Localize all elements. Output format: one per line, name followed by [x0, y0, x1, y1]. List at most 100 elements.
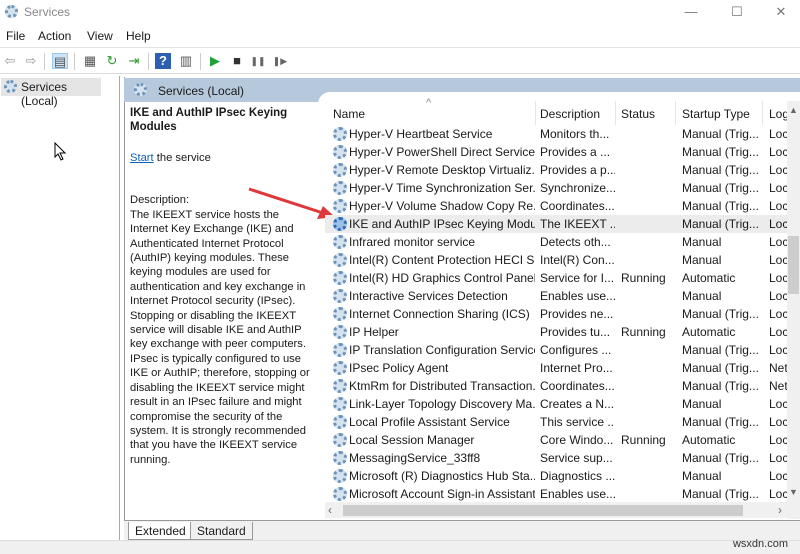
properties-icon[interactable]: ▦	[82, 53, 98, 69]
service-startup-type: Manual (Trig...	[682, 199, 759, 213]
service-row[interactable]: IP Helper Provides tu... Running Automatic L…	[325, 323, 787, 341]
service-name: KtmRm for Distributed Transaction...	[349, 379, 535, 393]
service-name: Microsoft (R) Diagnostics Hub Sta...	[349, 469, 535, 483]
back-icon[interactable]: ⇦	[2, 53, 18, 69]
service-description: Internet Pro...	[540, 361, 613, 375]
service-row[interactable]: Local Profile Assistant Service This serv…	[325, 413, 787, 431]
tab-extended[interactable]: Extended	[128, 522, 193, 540]
watermark: wsxdn.com	[732, 538, 788, 550]
service-gear-icon	[333, 199, 347, 213]
service-gear-icon	[333, 415, 347, 429]
service-log-on-as: Loc	[769, 235, 787, 249]
column-status[interactable]: Status	[621, 107, 655, 121]
service-row[interactable]: IPsec Policy Agent Internet Pro... Manual …	[325, 359, 787, 377]
list-header: ^ Name Description Status Startup Type L…	[325, 97, 789, 125]
service-name: Hyper-V Remote Desktop Virtualiz...	[349, 163, 535, 177]
service-row[interactable]: Local Session Manager Core Windo... Runnin…	[325, 431, 787, 449]
console-icon[interactable]: ▥	[178, 53, 194, 69]
menu-help[interactable]: Help	[126, 29, 151, 43]
toolbar-separator	[148, 53, 149, 70]
vertical-scrollbar[interactable]: ▲ ▼	[787, 101, 800, 519]
service-log-on-as: Loc	[769, 289, 787, 303]
service-row[interactable]: Internet Connection Sharing (ICS) Provide…	[325, 305, 787, 323]
service-description: Provides ne...	[540, 307, 614, 321]
panel-header-title: Services (Local)	[158, 84, 245, 98]
refresh-icon[interactable]: ↻	[104, 53, 120, 69]
resume-service-icon[interactable]: ❚▶	[272, 53, 288, 69]
service-row[interactable]: MessagingService_33ff8 Service sup... Manu…	[325, 449, 787, 467]
service-name: Microsoft Account Sign-in Assistant	[349, 487, 535, 501]
service-row[interactable]: Intel(R) HD Graphics Control Panel... Ser…	[325, 269, 787, 287]
column-startup-type[interactable]: Startup Type	[682, 107, 750, 121]
service-gear-icon	[333, 325, 347, 339]
service-row[interactable]: Hyper-V PowerShell Direct Service Provide…	[325, 143, 787, 161]
tab-standard[interactable]: Standard	[190, 522, 253, 540]
service-row[interactable]: KtmRm for Distributed Transaction... Coor…	[325, 377, 787, 395]
service-description: Provides a p...	[540, 163, 615, 177]
service-row[interactable]: Microsoft (R) Diagnostics Hub Sta... Diag…	[325, 467, 787, 485]
service-row[interactable]: Link-Layer Topology Discovery Ma... Creat…	[325, 395, 787, 413]
service-row[interactable]: IKE and AuthIP IPsec Keying Modu... The I…	[325, 215, 787, 233]
toolbar: ⇦ ⇨ ▤ ▦ ↻ ⇥ ? ▥ ▶ ■ ❚❚ ❚▶	[0, 47, 800, 74]
service-name: Local Session Manager	[349, 433, 475, 447]
service-gear-icon	[333, 289, 347, 303]
service-row[interactable]: Hyper-V Volume Shadow Copy Re... Coordina…	[325, 197, 787, 215]
service-startup-type: Manual (Trig...	[682, 379, 759, 393]
vertical-scroll-thumb[interactable]	[788, 236, 799, 294]
service-description: Coordinates...	[540, 199, 615, 213]
column-name[interactable]: Name	[333, 107, 365, 121]
service-gear-icon	[333, 433, 347, 447]
service-startup-type: Manual (Trig...	[682, 361, 759, 375]
service-row[interactable]: Hyper-V Heartbeat Service Monitors th... M…	[325, 125, 787, 143]
scroll-up-icon[interactable]: ▲	[789, 105, 798, 115]
service-gear-icon	[333, 487, 347, 501]
minimize-button[interactable]: —	[676, 2, 706, 22]
stop-service-icon[interactable]: ■	[229, 53, 245, 69]
scroll-right-icon[interactable]: ›	[778, 503, 782, 517]
service-description: Diagnostics ...	[540, 469, 615, 483]
start-service-link[interactable]: Start	[130, 152, 154, 164]
service-row[interactable]: IP Translation Configuration Service Conf…	[325, 341, 787, 359]
service-startup-type: Manual (Trig...	[682, 163, 759, 177]
start-service-icon[interactable]: ▶	[207, 53, 223, 69]
toolbar-separator	[200, 53, 201, 70]
column-divider	[535, 101, 536, 125]
service-row[interactable]: Hyper-V Remote Desktop Virtualiz... Provi…	[325, 161, 787, 179]
pause-service-icon[interactable]: ❚❚	[250, 53, 266, 69]
service-startup-type: Manual (Trig...	[682, 343, 759, 357]
service-description: This service ...	[540, 415, 615, 429]
service-row[interactable]: Microsoft Account Sign-in Assistant Enabl…	[325, 485, 787, 503]
show-hide-tree-icon[interactable]: ▤	[52, 53, 68, 69]
forward-icon[interactable]: ⇨	[23, 53, 39, 69]
help-icon[interactable]: ?	[155, 53, 171, 69]
scroll-left-icon[interactable]: ‹	[328, 503, 332, 517]
service-log-on-as: Loc	[769, 145, 787, 159]
service-row[interactable]: Interactive Services Detection Enables us…	[325, 287, 787, 305]
start-link-suffix: the service	[153, 152, 211, 164]
service-description: Intel(R) Con...	[540, 253, 615, 267]
service-description: Enables use...	[540, 487, 615, 501]
tree-item-services-local[interactable]: Services (Local)	[1, 78, 101, 108]
horizontal-scroll-thumb[interactable]	[343, 505, 743, 516]
service-name: Link-Layer Topology Discovery Ma...	[349, 397, 535, 411]
services-icon	[134, 83, 147, 96]
service-name: IP Helper	[349, 325, 399, 339]
service-startup-type: Manual (Trig...	[682, 217, 759, 231]
menu-view[interactable]: View	[87, 29, 113, 43]
service-log-on-as: Loc	[769, 415, 787, 429]
column-description[interactable]: Description	[540, 107, 600, 121]
service-row[interactable]: Hyper-V Time Synchronization Ser... Synch…	[325, 179, 787, 197]
close-button[interactable]: ✕	[766, 2, 796, 22]
export-list-icon[interactable]: ⇥	[126, 53, 142, 69]
service-gear-icon	[333, 451, 347, 465]
service-log-on-as: Loc	[769, 343, 787, 357]
menu-file[interactable]: File	[6, 29, 25, 43]
service-status: Running	[621, 271, 666, 285]
service-row[interactable]: Intel(R) Content Protection HECI S... Int…	[325, 251, 787, 269]
menu-action[interactable]: Action	[38, 29, 71, 43]
service-name: IKE and AuthIP IPsec Keying Modu...	[349, 217, 535, 231]
scroll-down-icon[interactable]: ▼	[789, 487, 798, 497]
service-name: IP Translation Configuration Service	[349, 343, 535, 357]
maximize-button[interactable]: ☐	[722, 2, 752, 22]
service-row[interactable]: Infrared monitor service Detects oth... Ma…	[325, 233, 787, 251]
